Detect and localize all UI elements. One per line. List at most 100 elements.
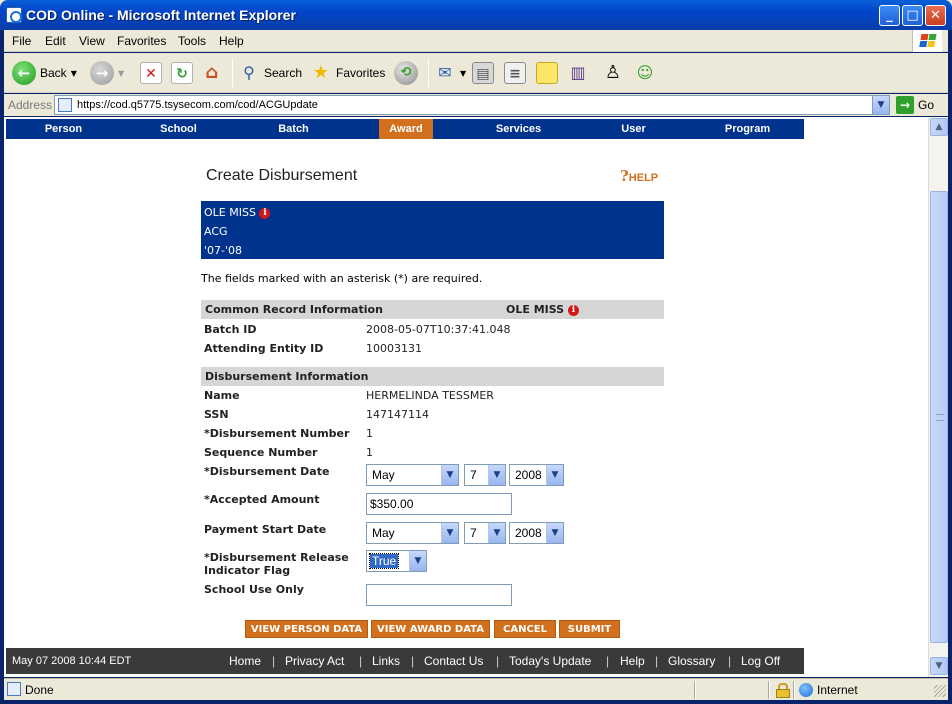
disbursement-month-select[interactable]: May ▼	[366, 464, 459, 486]
disbursement-day-value: 7	[470, 468, 477, 482]
vertical-scrollbar[interactable]: ▲ ▼	[928, 117, 948, 677]
go-button[interactable]: → Go	[896, 95, 934, 115]
nav-services[interactable]: Services	[461, 119, 576, 139]
history-button[interactable]: ⟲	[394, 59, 418, 87]
view-person-data-button[interactable]: VIEW PERSON DATA	[245, 620, 368, 638]
status-text: Done	[25, 683, 54, 697]
print-icon: ▤	[472, 62, 494, 84]
nav-award[interactable]: Award	[379, 119, 433, 139]
nav-batch[interactable]: Batch	[236, 119, 351, 139]
release-flag-select[interactable]: True ▼	[366, 550, 427, 572]
payment-start-year-select[interactable]: 2008 ▼	[509, 522, 564, 544]
help-link[interactable]: ?HELP	[620, 167, 658, 185]
favorites-button[interactable]: ★ Favorites	[310, 59, 385, 87]
nav-user[interactable]: User	[576, 119, 691, 139]
footer-link-contact[interactable]: Contact Us	[424, 648, 483, 674]
home-button[interactable]: ⌂	[201, 59, 223, 87]
menu-bar: File Edit View Favorites Tools Help	[4, 30, 948, 52]
favorites-label: Favorites	[336, 66, 386, 80]
menu-view[interactable]: View	[79, 34, 105, 48]
page-footer: May 07 2008 10:44 EDT Home | Privacy Act…	[6, 648, 804, 674]
menu-favorites[interactable]: Favorites	[117, 34, 166, 48]
home-icon: ⌂	[205, 62, 219, 83]
scroll-down-icon[interactable]: ▼	[930, 657, 948, 675]
payment-start-date-label: Payment Start Date	[204, 523, 327, 536]
lock-icon	[776, 683, 790, 698]
mail-icon: ✉	[438, 63, 452, 82]
forward-button[interactable]: → ▼	[90, 59, 124, 87]
release-flag-label-line2: Indicator Flag	[204, 564, 291, 577]
close-button[interactable]: ✕	[925, 5, 946, 26]
ssn-value: 147147114	[366, 408, 429, 421]
contacts-button[interactable]: ☺	[634, 59, 656, 87]
scroll-thumb[interactable]	[930, 191, 948, 643]
menu-help[interactable]: Help	[219, 34, 244, 48]
status-divider	[768, 681, 770, 699]
chevron-down-icon: ▼	[546, 465, 563, 485]
footer-link-privacy[interactable]: Privacy Act	[285, 648, 344, 674]
scroll-up-icon[interactable]: ▲	[930, 118, 948, 136]
toolbar-separator	[428, 59, 429, 87]
footer-separator: |	[272, 654, 276, 668]
messenger-button[interactable]: ♙	[602, 59, 624, 87]
footer-link-home[interactable]: Home	[229, 648, 261, 674]
maximize-button[interactable]: □	[902, 5, 923, 26]
back-button[interactable]: ← Back ▼	[12, 59, 77, 87]
minimize-button[interactable]: _	[879, 5, 900, 26]
history-icon: ⟲	[394, 61, 418, 85]
address-input[interactable]: https://cod.q5775.tsysecom.com/cod/ACGUp…	[54, 95, 890, 115]
view-award-data-button[interactable]: VIEW AWARD DATA	[371, 620, 490, 638]
discuss-button[interactable]	[536, 59, 558, 87]
nav-school[interactable]: School	[121, 119, 236, 139]
search-icon: ⚲	[243, 63, 255, 82]
submit-button[interactable]: SUBMIT	[559, 620, 620, 638]
edit-button[interactable]: ≡	[504, 59, 526, 87]
disbursement-day-select[interactable]: 7 ▼	[464, 464, 506, 486]
chevron-down-icon: ▼	[488, 523, 505, 543]
disbursement-header: Disbursement Information	[201, 367, 664, 386]
disbursement-date-label: *Disbursement Date	[204, 465, 330, 478]
footer-link-todays-update[interactable]: Today's Update	[509, 648, 591, 674]
footer-link-help[interactable]: Help	[620, 648, 645, 674]
browser-window: COD Online - Microsoft Internet Explorer…	[0, 0, 952, 704]
page-viewport: Person School Batch Award Services User …	[4, 117, 928, 677]
refresh-button[interactable]: ↻	[171, 59, 193, 87]
common-record-school: OLE MISS	[506, 303, 565, 316]
address-dropdown-icon[interactable]: ▼	[872, 96, 889, 114]
info-icon[interactable]: i	[567, 305, 579, 316]
sequence-number-label: Sequence Number	[204, 446, 318, 459]
footer-link-logoff[interactable]: Log Off	[741, 648, 780, 674]
chevron-down-icon: ▼	[488, 465, 505, 485]
window-title: COD Online - Microsoft Internet Explorer	[26, 7, 296, 23]
stop-button[interactable]: ✕	[140, 59, 162, 87]
payment-start-month-select[interactable]: May ▼	[366, 522, 459, 544]
payment-start-day-select[interactable]: 7 ▼	[464, 522, 506, 544]
common-record-header: Common Record Information OLE MISS i	[201, 300, 664, 319]
note-icon	[536, 62, 558, 84]
menu-edit[interactable]: Edit	[45, 34, 66, 48]
menu-tools[interactable]: Tools	[178, 34, 206, 48]
school-use-input[interactable]	[366, 584, 512, 606]
award-type: ACG	[204, 225, 228, 238]
cancel-button[interactable]: CANCEL	[494, 620, 556, 638]
nav-program[interactable]: Program	[691, 119, 804, 139]
research-button[interactable]: ▥	[567, 59, 589, 87]
footer-link-glossary[interactable]: Glossary	[668, 648, 715, 674]
edit-page-icon: ≡	[504, 62, 526, 84]
back-dropdown-icon[interactable]: ▼	[71, 69, 77, 78]
resize-grip-icon[interactable]	[934, 685, 946, 697]
info-icon[interactable]: i	[259, 208, 271, 219]
footer-link-links[interactable]: Links	[372, 648, 400, 674]
forward-dropdown-icon[interactable]: ▼	[118, 69, 124, 78]
nav-person[interactable]: Person	[6, 119, 121, 139]
print-button[interactable]: ▤	[472, 59, 494, 87]
help-label: HELP	[628, 172, 659, 184]
mail-dropdown-icon[interactable]: ▼	[460, 69, 466, 78]
search-button[interactable]: ⚲ Search	[238, 59, 302, 87]
accepted-amount-input[interactable]: $350.00	[366, 493, 512, 515]
disbursement-year-select[interactable]: 2008 ▼	[509, 464, 564, 486]
menu-file[interactable]: File	[12, 34, 31, 48]
disbursement-number-value: 1	[366, 427, 373, 440]
chevron-down-icon: ▼	[409, 551, 426, 571]
mail-button[interactable]: ✉ ▼	[434, 59, 466, 87]
